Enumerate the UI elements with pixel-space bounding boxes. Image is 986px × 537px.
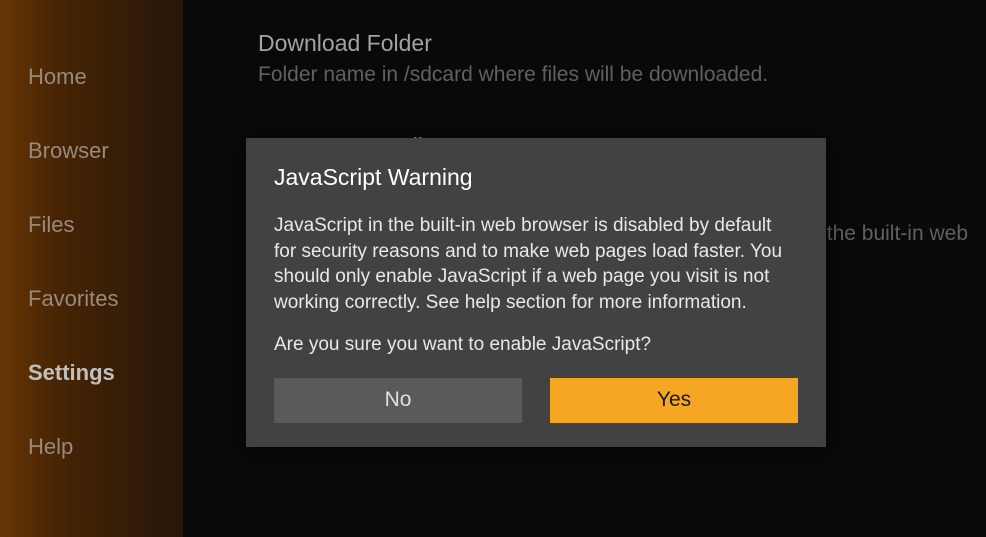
dialog-overlay: JavaScript Warning JavaScript in the bui… (0, 0, 986, 537)
no-button[interactable]: No (274, 378, 522, 423)
dialog-buttons: No Yes (274, 378, 798, 423)
dialog-body: JavaScript in the built-in web browser i… (274, 213, 798, 316)
dialog-confirm-text: Are you sure you want to enable JavaScri… (274, 334, 798, 356)
javascript-warning-dialog: JavaScript Warning JavaScript in the bui… (246, 138, 826, 447)
dialog-title: JavaScript Warning (274, 164, 798, 191)
yes-button[interactable]: Yes (550, 378, 798, 423)
